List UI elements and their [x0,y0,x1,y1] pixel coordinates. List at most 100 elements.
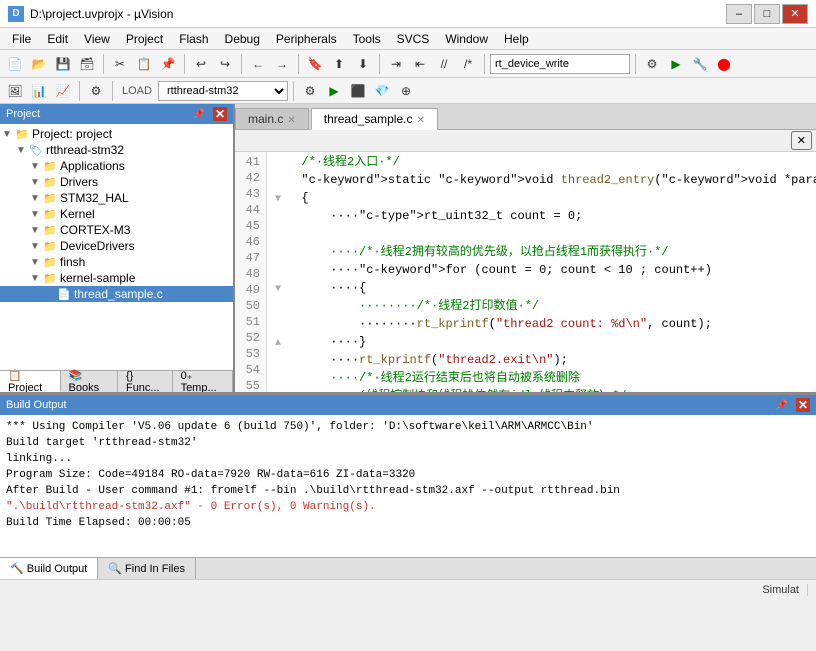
redo-button[interactable]: ↪ [214,53,236,75]
copy-button[interactable]: 📋 [133,53,155,75]
new-file-button[interactable]: 📄 [4,53,26,75]
debug-start-button[interactable]: ▶ [665,53,687,75]
project-tree[interactable]: ▼📁Project: project▼🏷rtthread-stm32▼📁Appl… [0,124,233,370]
code-line[interactable]: ▼ ····{ [275,280,808,298]
menu-item-flash[interactable]: Flash [171,30,216,48]
tree-item-label: kernel-sample [60,271,135,285]
panel-tab-books[interactable]: 📚 Books [61,371,118,392]
build-output-header: Build Output 📌 ✕ [0,395,816,415]
bookmark-button[interactable]: 🔖 [304,53,326,75]
indent-button[interactable]: ⇥ [385,53,407,75]
code-panel-close-btn[interactable]: ✕ [791,131,812,150]
nav-back-button[interactable]: ← [247,53,269,75]
outdent-button[interactable]: ⇤ [409,53,431,75]
tree-item-applications[interactable]: ▼📁Applications [0,158,233,174]
uncomment-button[interactable]: /* [457,53,479,75]
line-number: 52 [239,330,260,346]
tree-item-rtthread-stm32[interactable]: ▼🏷rtthread-stm32 [0,142,233,158]
menu-item-view[interactable]: View [76,30,118,48]
t2-btn1[interactable]: 🖼 [4,80,26,102]
tree-item-drivers[interactable]: ▼📁Drivers [0,174,233,190]
cut-button[interactable]: ✂ [109,53,131,75]
open-button[interactable]: 📂 [28,53,50,75]
minimize-button[interactable]: – [726,4,752,24]
panel-close-icon[interactable]: ✕ [213,107,227,121]
code-content-area[interactable]: 4142434445464748495051525354555657 /*·线程… [235,152,816,392]
code-line[interactable]: ····"c-type">rt_uint32_t count = 0; [275,208,808,226]
debug-extra-button[interactable]: 🔧 [689,53,711,75]
save-button[interactable]: 💾 [52,53,74,75]
code-line[interactable]: ····"c-keyword">for (count = 0; count < … [275,262,808,280]
undo-button[interactable]: ↩ [190,53,212,75]
t2-btn5[interactable]: ⚙ [299,80,321,102]
toolbar-1: 📄 📂 💾 🗃 ✂ 📋 📌 ↩ ↪ ← → 🔖 ⬆ ⬇ ⇥ ⇤ // /* ⚙ … [0,50,816,78]
menu-item-debug[interactable]: Debug [217,30,268,48]
paste-button[interactable]: 📌 [157,53,179,75]
tree-item-label: DeviceDrivers [60,239,135,253]
tree-item-project--project[interactable]: ▼📁Project: project [0,126,233,142]
code-line[interactable]: ····/*·线程2运行结束后也将自动被系统删除 [275,370,808,388]
menu-item-edit[interactable]: Edit [39,30,76,48]
code-line[interactable]: ▲ ····} [275,334,808,352]
comment-button[interactable]: // [433,53,455,75]
t2-btn2[interactable]: 📊 [28,80,50,102]
tree-item-kernel-sample[interactable]: ▼📁kernel-sample [0,270,233,286]
panel-tab-0--temp---[interactable]: 0₊ Temp... [173,371,233,392]
line-number: 41 [239,154,260,170]
toolbar-sep-8 [79,81,80,101]
line-number: 44 [239,202,260,218]
t2-btn9[interactable]: ⊕ [395,80,417,102]
stop-button[interactable]: ⬤ [713,53,735,75]
code-line[interactable]: ····(线程控制块和线程栈依然在idle线程中释放）·*/ [275,388,808,392]
pin-icon[interactable]: 📌 [193,109,205,120]
code-line[interactable]: ········rt_kprintf("thread2 count: %d\n"… [275,316,808,334]
code-tab-thread-sample-c[interactable]: thread_sample.c✕ [311,108,438,130]
build-tab-find-in-files[interactable]: 🔍 Find In Files [98,558,196,579]
upper-area: Project 📌 ✕ ▼📁Project: project▼🏷rtthread… [0,104,816,394]
t2-btn4[interactable]: ⚙ [85,80,107,102]
tree-item-kernel[interactable]: ▼📁Kernel [0,206,233,222]
menu-item-tools[interactable]: Tools [345,30,389,48]
build-output-title: Build Output [6,399,67,411]
function-search-input[interactable] [490,54,630,74]
code-line[interactable]: "c-keyword">static "c-keyword">void thre… [275,172,808,190]
menu-item-project[interactable]: Project [118,30,171,48]
tree-item-devicedrivers[interactable]: ▼📁DeviceDrivers [0,238,233,254]
maximize-button[interactable]: □ [754,4,780,24]
code-line[interactable] [275,226,808,244]
t2-btn8[interactable]: 💎 [371,80,393,102]
menu-item-file[interactable]: File [4,30,39,48]
menu-item-help[interactable]: Help [496,30,537,48]
menu-item-window[interactable]: Window [437,30,496,48]
tree-item-stm32-hal[interactable]: ▼📁STM32_HAL [0,190,233,206]
t2-btn3[interactable]: 📈 [52,80,74,102]
panel-tab-project[interactable]: 📋 Project [0,371,61,392]
panel-tab----func---[interactable]: {} Func... [118,371,173,392]
code-line[interactable]: ▼ { [275,190,808,208]
save-all-button[interactable]: 🗃 [76,53,98,75]
close-button[interactable]: ✕ [782,4,808,24]
target-dropdown[interactable]: rtthread-stm32 [158,81,288,101]
code-lines-area[interactable]: /*·线程2入口·*/ "c-keyword">static "c-keywor… [267,152,816,392]
t2-btn6[interactable]: ▶ [323,80,345,102]
code-line[interactable]: /*·线程2入口·*/ [275,154,808,172]
t2-btn7[interactable]: ⬛ [347,80,369,102]
build-close-icon[interactable]: ✕ [796,398,810,412]
code-tab-main-c[interactable]: main.c✕ [235,108,309,129]
menu-item-svcs[interactable]: SVCS [389,30,438,48]
debug-config-button[interactable]: ⚙ [641,53,663,75]
code-line[interactable]: ····rt_kprintf("thread2.exit\n"); [275,352,808,370]
code-line[interactable]: ········/*·线程2打印数值·*/ [275,298,808,316]
nav-forward-button[interactable]: → [271,53,293,75]
line-number: 47 [239,250,260,266]
tree-item-thread-sample-c[interactable]: 📄thread_sample.c [0,286,233,302]
build-tab-build-output[interactable]: 🔨 Build Output [0,558,98,579]
toolbar-sep-7 [635,54,636,74]
tree-item-cortex-m3[interactable]: ▼📁CORTEX-M3 [0,222,233,238]
tree-item-finsh[interactable]: ▼📁finsh [0,254,233,270]
prev-bookmark-button[interactable]: ⬆ [328,53,350,75]
next-bookmark-button[interactable]: ⬇ [352,53,374,75]
build-pin-icon[interactable]: 📌 [776,400,788,411]
menu-item-peripherals[interactable]: Peripherals [268,30,345,48]
code-line[interactable]: ····/*·线程2拥有较高的优先级，以抢占线程1而获得执行·*/ [275,244,808,262]
